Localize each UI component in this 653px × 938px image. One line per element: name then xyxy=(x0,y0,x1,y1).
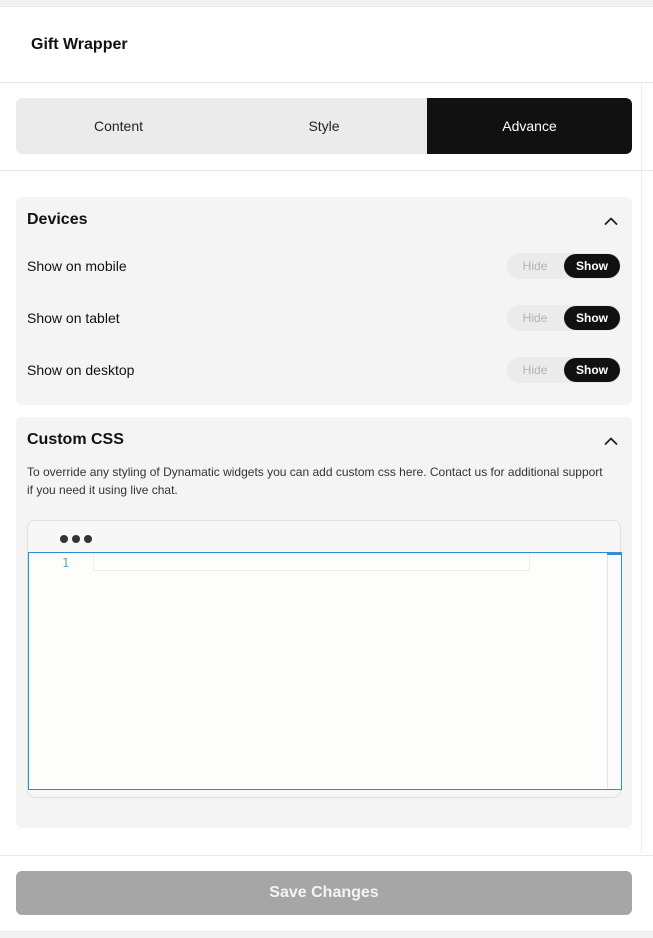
save-changes-button[interactable]: Save Changes xyxy=(16,871,632,915)
hide-option[interactable]: Hide xyxy=(507,259,563,273)
chevron-up-icon[interactable] xyxy=(604,436,618,446)
hide-option[interactable]: Hide xyxy=(507,311,563,325)
show-on-tablet-label: Show on tablet xyxy=(27,310,120,326)
css-code-editor: 1 xyxy=(27,520,622,798)
more-icon[interactable] xyxy=(60,535,92,543)
active-line xyxy=(93,553,530,571)
show-on-mobile-label: Show on mobile xyxy=(27,258,127,274)
divider xyxy=(0,855,653,856)
custom-css-section: Custom CSS To override any styling of Dy… xyxy=(16,417,632,828)
show-option[interactable]: Show xyxy=(564,254,620,278)
divider xyxy=(641,83,642,853)
hide-option[interactable]: Hide xyxy=(507,363,563,377)
editor-scrollbar-thumb[interactable] xyxy=(607,553,621,555)
settings-panel: Gift Wrapper Content Style Advance Devic… xyxy=(0,6,653,932)
tab-content[interactable]: Content xyxy=(16,98,221,154)
show-option[interactable]: Show xyxy=(564,306,620,330)
css-editor-textarea[interactable]: 1 xyxy=(28,552,622,790)
panel-title: Gift Wrapper xyxy=(31,36,128,53)
mobile-visibility-toggle: Hide Show xyxy=(507,253,621,279)
tablet-visibility-toggle: Hide Show xyxy=(507,305,621,331)
panel-header: Gift Wrapper xyxy=(0,7,653,83)
editor-scrollbar[interactable] xyxy=(607,553,621,789)
divider xyxy=(0,170,653,171)
tab-advance[interactable]: Advance xyxy=(427,98,632,154)
tab-style[interactable]: Style xyxy=(221,98,427,154)
chevron-up-icon[interactable] xyxy=(604,216,618,226)
show-option[interactable]: Show xyxy=(564,358,620,382)
tab-bar: Content Style Advance xyxy=(16,98,632,154)
devices-section: Devices Show on mobile Hide Show Show on… xyxy=(16,197,632,405)
devices-title: Devices xyxy=(27,211,88,228)
custom-css-description: To override any styling of Dynamatic wid… xyxy=(27,465,603,497)
desktop-visibility-toggle: Hide Show xyxy=(507,357,621,383)
line-number: 1 xyxy=(62,556,70,570)
show-on-desktop-label: Show on desktop xyxy=(27,362,135,378)
custom-css-title: Custom CSS xyxy=(27,431,124,448)
